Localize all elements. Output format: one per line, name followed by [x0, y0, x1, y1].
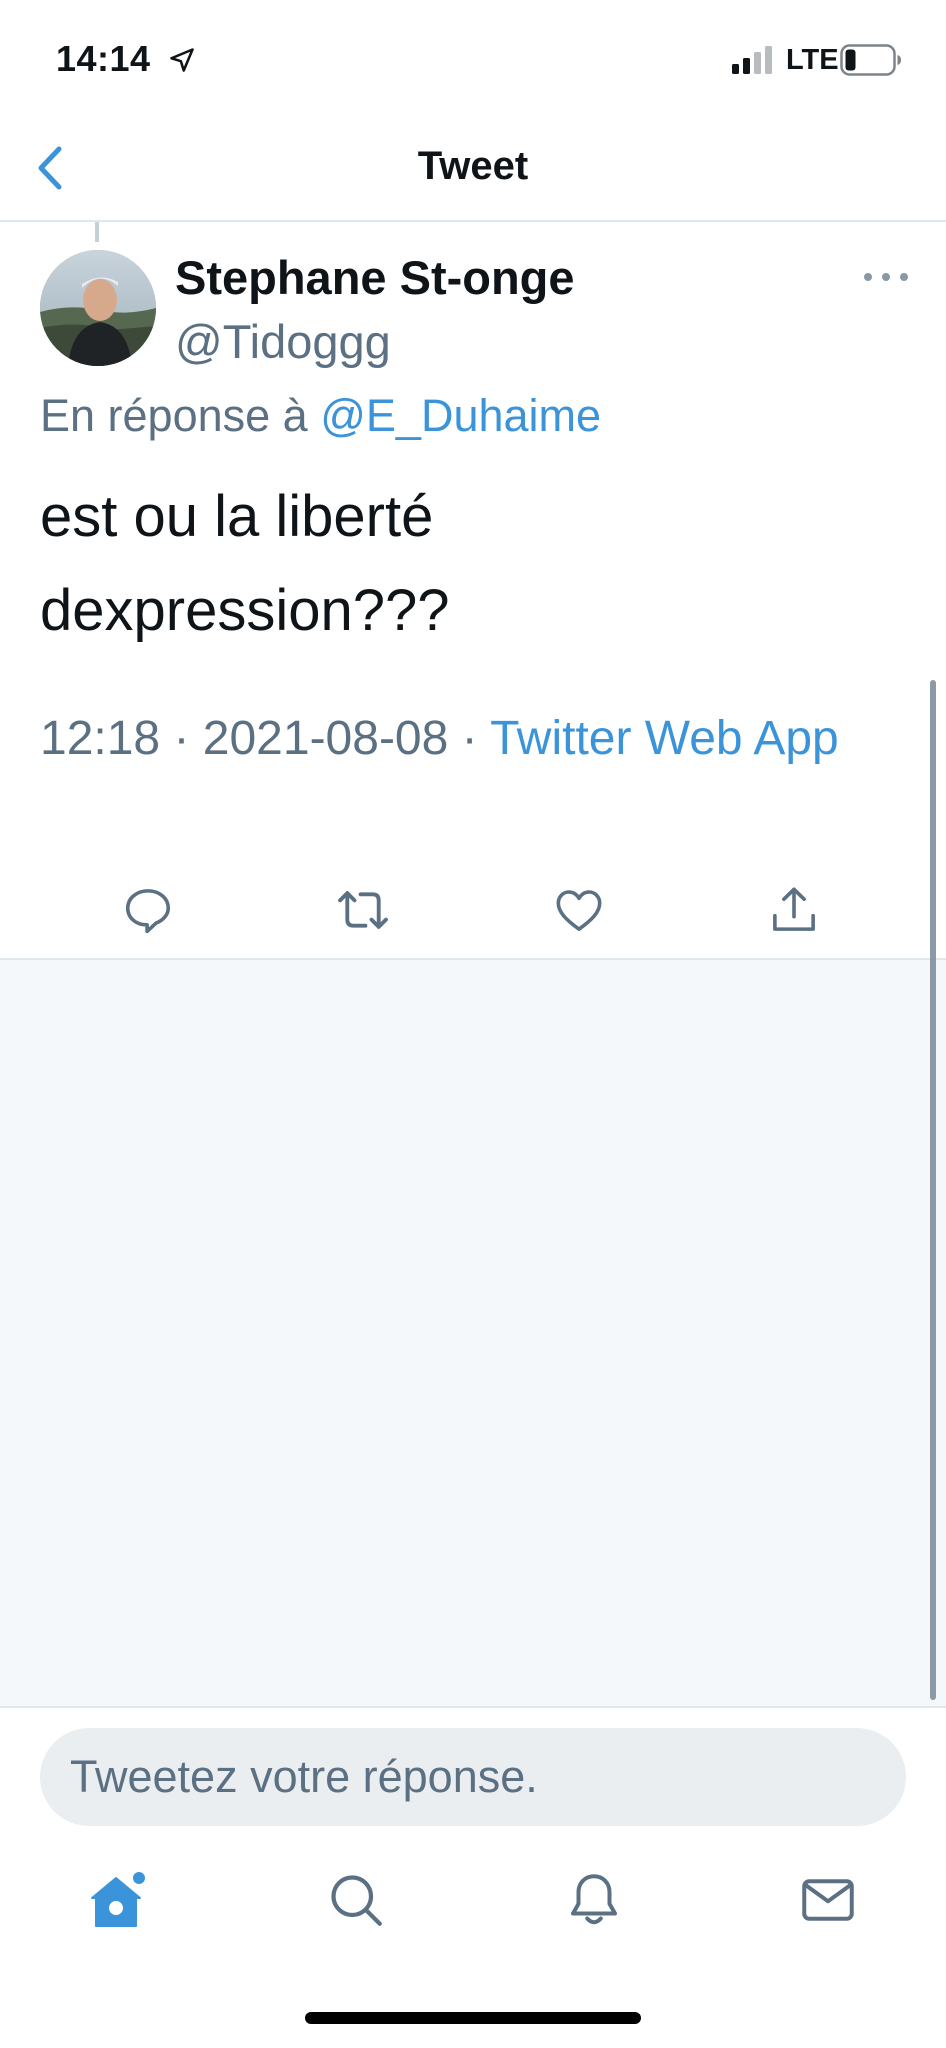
tweet-detail-screen: 14:14 LTE Tweet Stephane St-onge @Tidogg… [0, 0, 946, 2048]
reply-mention-link[interactable]: @E_Duhaime [320, 390, 601, 441]
more-horizontal-icon [864, 273, 872, 281]
avatar[interactable] [40, 250, 156, 366]
reply-prefix: En réponse à [40, 390, 308, 441]
tab-search[interactable] [324, 1868, 388, 1932]
retweet-icon [338, 891, 388, 929]
tab-messages[interactable] [796, 1868, 860, 1932]
network-type-label: LTE [786, 44, 839, 76]
retweet-button[interactable] [333, 880, 393, 940]
author-handle[interactable]: @Tidoggg [175, 314, 391, 369]
scrollbar[interactable] [930, 680, 936, 1700]
page-title: Tweet [417, 144, 529, 188]
tab-notifications[interactable] [562, 1868, 626, 1932]
bell-icon [571, 1874, 617, 1925]
mail-icon [802, 1879, 854, 1921]
reply-input[interactable]: Tweetez votre réponse. [40, 1728, 906, 1826]
share-button[interactable] [764, 880, 824, 940]
meta-separator: · [160, 712, 203, 765]
battery-icon [840, 44, 901, 76]
tweet-text: est ou la liberté dexpression??? [40, 470, 900, 658]
share-icon [773, 887, 815, 931]
reply-icon [125, 889, 171, 934]
tweet-text-line: est ou la liberté [40, 484, 434, 549]
meta-separator: · [448, 712, 491, 765]
replies-area [0, 960, 946, 1706]
tweet-time: 12:18 [40, 712, 161, 765]
search-icon [331, 1875, 382, 1926]
author-name[interactable]: Stephane St-onge [175, 250, 575, 305]
home-indicator[interactable] [305, 2012, 641, 2024]
status-time: 14:14 [56, 38, 151, 79]
tweet-date: 2021-08-08 [202, 712, 449, 765]
status-bar: 14:14 LTE [0, 0, 946, 120]
reply-button[interactable] [118, 880, 178, 940]
nav-header: Tweet [0, 120, 946, 222]
location-arrow-icon [170, 48, 194, 72]
reply-compose-bar: Tweetez votre réponse. [0, 1706, 946, 1828]
avatar-photo [40, 250, 156, 366]
thread-line [95, 222, 99, 242]
more-options-button[interactable] [864, 262, 908, 292]
like-button[interactable] [549, 880, 609, 940]
tweet-actions [0, 872, 946, 958]
heart-icon [556, 890, 602, 931]
reply-to-line: En réponse à @E_Duhaime [40, 390, 601, 442]
tweet-text-line: dexpression??? [40, 578, 450, 643]
tweet-source-link[interactable]: Twitter Web App [490, 712, 839, 765]
cellular-signal-icon [732, 46, 772, 74]
home-icon [91, 1872, 145, 1927]
tweet-metadata: 12:18 · 2021-08-08 · Twitter Web App [40, 706, 890, 772]
tab-home[interactable] [86, 1868, 150, 1932]
